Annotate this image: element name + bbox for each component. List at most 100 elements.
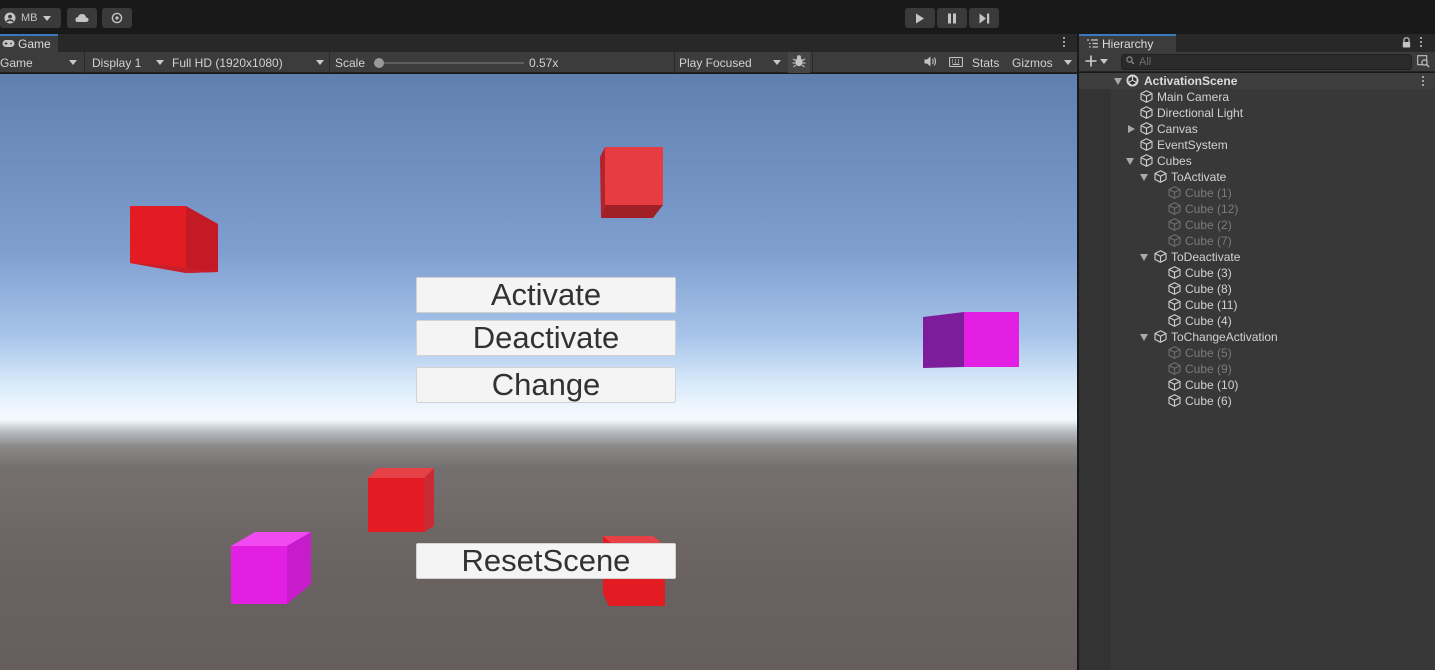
hierarchy-tab-bar: Hierarchy: [1079, 34, 1435, 52]
search-placeholder: All: [1139, 56, 1152, 68]
hierarchy-item[interactable]: Cube (2): [1079, 217, 1435, 233]
display-select[interactable]: Display 1: [92, 52, 166, 73]
foldout-open-icon[interactable]: [1140, 254, 1148, 261]
frame-debugger-button[interactable]: [788, 52, 810, 73]
gameobject-cube-icon: [1140, 122, 1153, 138]
hierarchy-item[interactable]: ToDeactivate: [1079, 249, 1435, 265]
scene-name: ActivationScene: [1144, 74, 1238, 88]
scale-slider[interactable]: [374, 58, 524, 68]
gamepad-icon: [2, 37, 15, 51]
view-select[interactable]: Game: [0, 52, 80, 73]
hierarchy-item[interactable]: Directional Light: [1079, 105, 1435, 121]
gameobject-cube-icon: [1168, 186, 1181, 202]
tab-game[interactable]: Game: [0, 34, 58, 52]
scene-search-icon[interactable]: [1417, 55, 1430, 71]
hierarchy-item-label: Cube (2): [1185, 218, 1232, 232]
search-icon: [1126, 56, 1136, 68]
step-button[interactable]: [969, 8, 999, 28]
shortcuts-button[interactable]: [945, 52, 967, 73]
scene-menu-icon[interactable]: [1422, 76, 1425, 87]
scene-row[interactable]: ActivationScene: [1079, 73, 1435, 89]
gameobject-cube-icon: [1168, 346, 1181, 362]
hierarchy-item[interactable]: Cube (9): [1079, 361, 1435, 377]
main-toolbar: MB: [0, 3, 1435, 32]
hierarchy-item[interactable]: Main Camera: [1079, 89, 1435, 105]
hierarchy-item[interactable]: EventSystem: [1079, 137, 1435, 153]
gameobject-cube-icon: [1140, 90, 1153, 106]
unity-scene-icon: [1126, 74, 1139, 90]
list-icon: [1087, 37, 1098, 51]
account-label: MB: [21, 12, 38, 24]
hierarchy-item[interactable]: Cube (6): [1079, 393, 1435, 409]
hierarchy-item[interactable]: Cube (4): [1079, 313, 1435, 329]
foldout-closed-icon[interactable]: [1128, 125, 1135, 133]
reset-scene-button[interactable]: ResetScene: [416, 543, 676, 579]
play-mode-select[interactable]: Play Focused: [679, 52, 784, 73]
scale-slider-thumb[interactable]: [374, 58, 384, 68]
hierarchy-tree: ActivationScene Main Camera Directional L…: [1079, 73, 1435, 670]
pause-button[interactable]: [937, 8, 967, 28]
hierarchy-item[interactable]: ToActivate: [1079, 169, 1435, 185]
hierarchy-item[interactable]: Cube (8): [1079, 281, 1435, 297]
hierarchy-menu-icon[interactable]: [1420, 37, 1423, 48]
hierarchy-item[interactable]: Cube (1): [1079, 185, 1435, 201]
game-tab-bar: Game: [0, 34, 1077, 52]
chevron-down-icon[interactable]: [1064, 60, 1072, 65]
foldout-open-icon[interactable]: [1126, 158, 1134, 165]
foldout-open-icon[interactable]: [1114, 78, 1122, 85]
chevron-down-icon: [42, 15, 51, 21]
hierarchy-item[interactable]: Cube (5): [1079, 345, 1435, 361]
hierarchy-item[interactable]: Cubes: [1079, 153, 1435, 169]
chevron-down-icon: [773, 60, 781, 65]
hierarchy-item[interactable]: Canvas: [1079, 121, 1435, 137]
hierarchy-item-label: ToActivate: [1171, 170, 1227, 184]
game-viewport[interactable]: Activate Deactivate Change ResetScene: [0, 74, 1077, 670]
gizmos-button[interactable]: Gizmos: [1012, 52, 1053, 73]
foldout-open-icon[interactable]: [1140, 334, 1148, 341]
hierarchy-item[interactable]: Cube (12): [1079, 201, 1435, 217]
deactivate-button[interactable]: Deactivate: [416, 320, 676, 356]
stats-button[interactable]: Stats: [972, 52, 999, 73]
mute-audio-button[interactable]: [920, 52, 940, 73]
gameobject-cube-icon: [1154, 170, 1167, 186]
account-icon: [4, 12, 16, 24]
chevron-down-icon: [156, 60, 164, 65]
hierarchy-item-label: Cube (5): [1185, 346, 1232, 360]
plus-icon: [1085, 55, 1097, 70]
lock-icon[interactable]: [1402, 37, 1411, 51]
gameobject-cube-icon: [1140, 154, 1153, 170]
hierarchy-item-label: ToChangeActivation: [1171, 330, 1278, 344]
create-dropdown[interactable]: [1085, 55, 1111, 69]
hierarchy-search-input[interactable]: All: [1121, 54, 1412, 70]
scale-slider-track: [374, 62, 524, 64]
activate-button[interactable]: Activate: [416, 277, 676, 313]
play-button[interactable]: [905, 8, 935, 28]
hierarchy-item-label: Canvas: [1157, 122, 1198, 136]
hierarchy-item-label: Cube (7): [1185, 234, 1232, 248]
foldout-open-icon[interactable]: [1140, 174, 1148, 181]
cloud-button[interactable]: [67, 8, 97, 28]
hierarchy-item-label: Cube (9): [1185, 362, 1232, 376]
step-icon: [979, 13, 990, 24]
resolution-select[interactable]: Full HD (1920x1080): [172, 52, 327, 73]
hierarchy-item[interactable]: Cube (7): [1079, 233, 1435, 249]
gameobject-cube-icon: [1168, 202, 1181, 218]
hierarchy-item[interactable]: Cube (3): [1079, 265, 1435, 281]
gameobject-cube-icon: [1168, 266, 1181, 282]
pause-icon: [947, 13, 957, 24]
game-window-menu-icon[interactable]: [1063, 37, 1066, 48]
red-cube: [368, 468, 434, 532]
collab-button[interactable]: [102, 8, 132, 28]
bug-icon: [792, 54, 806, 71]
play-icon: [915, 13, 925, 24]
scale-label: Scale: [335, 55, 366, 70]
account-dropdown[interactable]: MB: [0, 8, 61, 28]
cloud-icon: [75, 13, 89, 23]
chevron-down-icon: [1100, 59, 1108, 64]
tab-hierarchy[interactable]: Hierarchy: [1079, 34, 1176, 52]
hierarchy-item[interactable]: ToChangeActivation: [1079, 329, 1435, 345]
hierarchy-item[interactable]: Cube (10): [1079, 377, 1435, 393]
change-button[interactable]: Change: [416, 367, 676, 403]
hierarchy-item[interactable]: Cube (11): [1079, 297, 1435, 313]
gameobject-cube-icon: [1168, 314, 1181, 330]
